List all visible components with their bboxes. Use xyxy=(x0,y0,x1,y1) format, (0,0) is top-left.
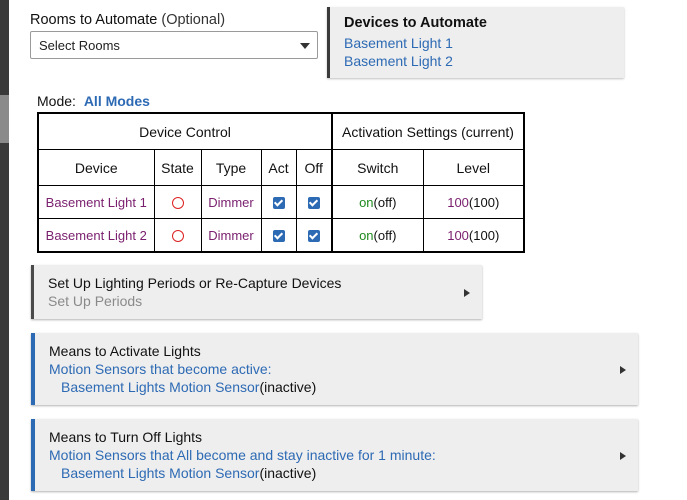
row-state-cell xyxy=(153,218,202,253)
turn-off-lights-panel[interactable]: Means to Turn Off Lights Motion Sensors … xyxy=(31,419,638,491)
turnoff-sensor-name: Basement Lights Motion Sensor xyxy=(61,465,260,481)
act-checkbox[interactable] xyxy=(272,197,285,210)
chevron-right-icon xyxy=(620,452,626,460)
col-header-type: Type xyxy=(200,149,262,186)
switch-current: (off) xyxy=(373,194,397,210)
activate-lights-panel[interactable]: Means to Activate Lights Motion Sensors … xyxy=(31,333,638,405)
left-edge-strip xyxy=(0,0,9,500)
row-act-cell xyxy=(260,185,297,219)
switch-current: (off) xyxy=(373,227,397,243)
turnoff-subtitle: Motion Sensors that All become and stay … xyxy=(49,447,436,463)
rooms-label-text: Rooms to Automate xyxy=(30,12,158,28)
act-checkbox[interactable] xyxy=(272,230,285,243)
col-header-state: State xyxy=(153,149,202,186)
row-type: Dimmer xyxy=(208,194,254,210)
device-table: Device Control Activation Settings (curr… xyxy=(37,112,525,253)
col-header-act: Act xyxy=(260,149,297,186)
switch-setting: on xyxy=(359,194,374,210)
rooms-select[interactable]: Select Rooms xyxy=(30,31,318,59)
col-header-device: Device xyxy=(37,149,155,186)
mode-label: Mode: xyxy=(37,93,76,109)
level-setting: 100 xyxy=(447,194,469,210)
chevron-down-icon xyxy=(300,43,310,49)
devices-to-automate-box[interactable]: Devices to Automate Basement Light 1 Bas… xyxy=(327,7,624,78)
device-item: Basement Light 1 xyxy=(344,35,453,51)
off-checkbox[interactable] xyxy=(307,197,320,210)
periods-subtitle: Set Up Periods xyxy=(48,293,143,309)
switch-setting: on xyxy=(359,227,374,243)
row-off-cell xyxy=(295,185,333,219)
row-device-cell: Basement Light 1 xyxy=(37,185,155,219)
activate-title: Means to Activate Lights xyxy=(49,343,201,359)
row-switch-cell[interactable]: on(off) xyxy=(331,218,424,253)
periods-title: Set Up Lighting Periods or Re-Capture De… xyxy=(48,275,342,291)
table-row: Basement Light 1 Dimmer on(off) 100(100) xyxy=(37,185,525,219)
turnoff-sensor-state: (inactive) xyxy=(259,465,317,481)
row-type-cell: Dimmer xyxy=(200,185,262,219)
state-off-icon[interactable] xyxy=(171,197,184,210)
rooms-optional-text: (Optional) xyxy=(161,12,226,28)
row-state-cell xyxy=(153,185,202,219)
row-device-name[interactable]: Basement Light 1 xyxy=(46,195,147,210)
turnoff-title: Means to Turn Off Lights xyxy=(49,429,203,445)
lighting-periods-panel[interactable]: Set Up Lighting Periods or Re-Capture De… xyxy=(31,265,482,319)
row-device-cell: Basement Light 2 xyxy=(37,218,155,253)
table-row: Basement Light 2 Dimmer on(off) 100(100) xyxy=(37,218,525,253)
activate-sensor: Basement Lights Motion Sensor(inactive) xyxy=(61,379,316,395)
level-current: (100) xyxy=(468,194,500,210)
row-type: Dimmer xyxy=(208,227,254,243)
col-header-switch: Switch xyxy=(331,149,424,186)
activate-subtitle: Motion Sensors that become active: xyxy=(49,361,272,377)
chevron-right-icon xyxy=(620,366,626,374)
state-off-icon[interactable] xyxy=(171,230,184,243)
row-act-cell xyxy=(260,218,297,253)
row-device-name[interactable]: Basement Light 2 xyxy=(46,228,147,243)
turnoff-sensor: Basement Lights Motion Sensor(inactive) xyxy=(61,465,316,481)
row-level-cell[interactable]: 100(100) xyxy=(422,185,525,219)
row-switch-cell[interactable]: on(off) xyxy=(331,185,424,219)
col-header-level: Level xyxy=(422,149,525,186)
row-off-cell xyxy=(295,218,333,253)
level-setting: 100 xyxy=(447,227,469,243)
rooms-label: Rooms to Automate (Optional) xyxy=(30,12,225,28)
device-item: Basement Light 2 xyxy=(344,53,453,69)
row-type-cell: Dimmer xyxy=(200,218,262,253)
mode-value[interactable]: All Modes xyxy=(84,93,150,109)
level-current: (100) xyxy=(468,227,500,243)
activate-sensor-name: Basement Lights Motion Sensor xyxy=(61,379,260,395)
activation-settings-header: Activation Settings (current) xyxy=(331,112,525,150)
col-header-off: Off xyxy=(295,149,333,186)
activate-sensor-state: (inactive) xyxy=(259,379,317,395)
devices-title: Devices to Automate xyxy=(344,15,487,31)
rooms-select-value: Select Rooms xyxy=(39,38,120,53)
row-level-cell[interactable]: 100(100) xyxy=(422,218,525,253)
chevron-right-icon xyxy=(464,289,470,297)
scroll-marker xyxy=(0,95,9,143)
off-checkbox[interactable] xyxy=(307,230,320,243)
mode-row: Mode: All Modes xyxy=(37,93,150,109)
device-control-header: Device Control xyxy=(37,112,333,150)
